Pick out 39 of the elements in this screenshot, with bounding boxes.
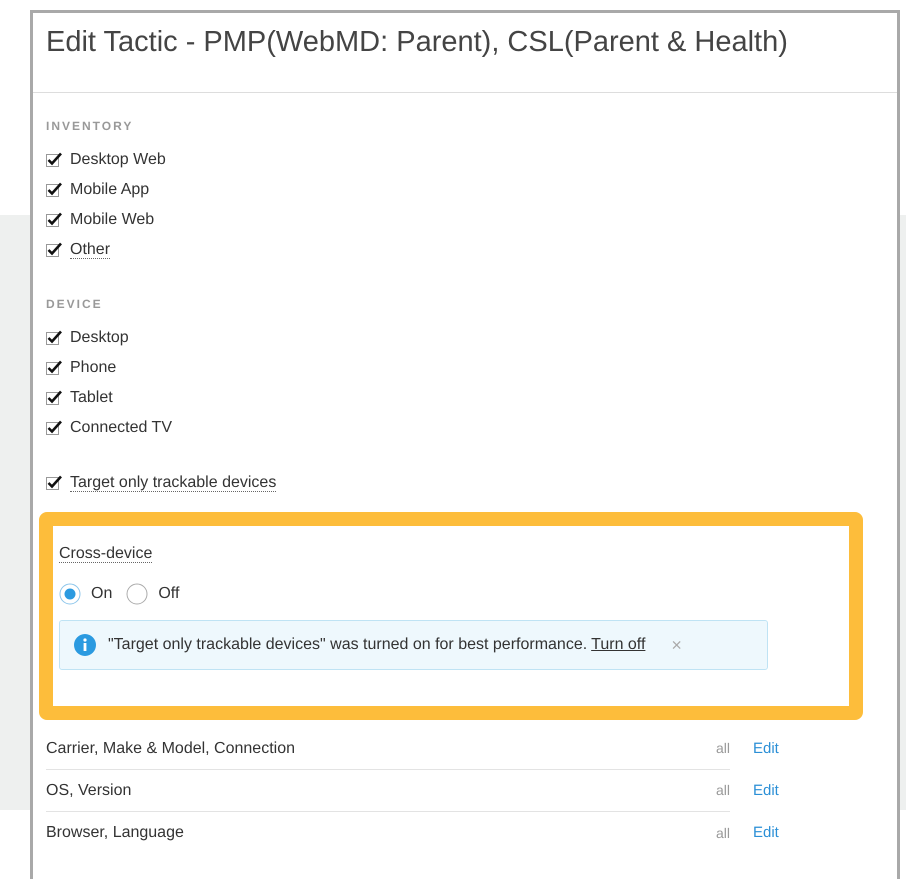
info-icon bbox=[74, 634, 96, 656]
edit-link[interactable]: Edit bbox=[753, 822, 779, 844]
setting-label: Carrier, Make & Model, Connection bbox=[46, 738, 295, 758]
option-label: Connected TV bbox=[70, 418, 172, 438]
close-button[interactable]: × bbox=[657, 636, 682, 654]
option-label: Desktop bbox=[70, 328, 129, 348]
section-heading: INVENTORY bbox=[46, 118, 134, 135]
alert-message: "Target only trackable devices" was turned on for best performance. bbox=[108, 635, 588, 655]
checked-checkbox[interactable] bbox=[46, 182, 63, 198]
radio-label: On bbox=[91, 584, 112, 604]
option-label: Tablet bbox=[70, 388, 113, 408]
checked-checkbox[interactable] bbox=[46, 420, 63, 436]
edit-link[interactable]: Edit bbox=[753, 780, 779, 802]
checked-checkbox[interactable] bbox=[46, 360, 63, 376]
setting-value: all bbox=[716, 781, 730, 800]
option-label: Target only trackable devices bbox=[70, 474, 276, 492]
setting-value: all bbox=[716, 739, 730, 758]
field-label: Cross-device bbox=[59, 545, 152, 563]
dialog-title: Edit Tactic - PMP(WebMD: Parent), CSL(Parent & Health) bbox=[46, 25, 789, 60]
edit-link[interactable]: Edit bbox=[753, 738, 779, 760]
radio-button[interactable] bbox=[59, 583, 81, 605]
checked-checkbox[interactable] bbox=[46, 475, 63, 491]
radio-label: Off bbox=[158, 584, 180, 604]
checked-checkbox[interactable] bbox=[46, 152, 63, 168]
checked-checkbox[interactable] bbox=[46, 242, 63, 258]
setting-value: all bbox=[716, 824, 730, 842]
checked-checkbox[interactable] bbox=[46, 330, 63, 346]
radio-button[interactable] bbox=[126, 583, 148, 605]
option-label: Phone bbox=[70, 358, 116, 378]
turn-off-link[interactable]: Turn off bbox=[591, 633, 646, 657]
section-heading: DEVICE bbox=[46, 296, 104, 313]
option-label: Other bbox=[70, 240, 110, 260]
setting-label: OS, Version bbox=[46, 780, 132, 800]
option-label: Desktop Web bbox=[70, 150, 166, 170]
checked-checkbox[interactable] bbox=[46, 390, 63, 406]
option-label: Mobile Web bbox=[70, 210, 154, 230]
option-label: Mobile App bbox=[70, 180, 150, 200]
setting-label: Browser, Language bbox=[46, 823, 184, 843]
checked-checkbox[interactable] bbox=[46, 212, 63, 228]
